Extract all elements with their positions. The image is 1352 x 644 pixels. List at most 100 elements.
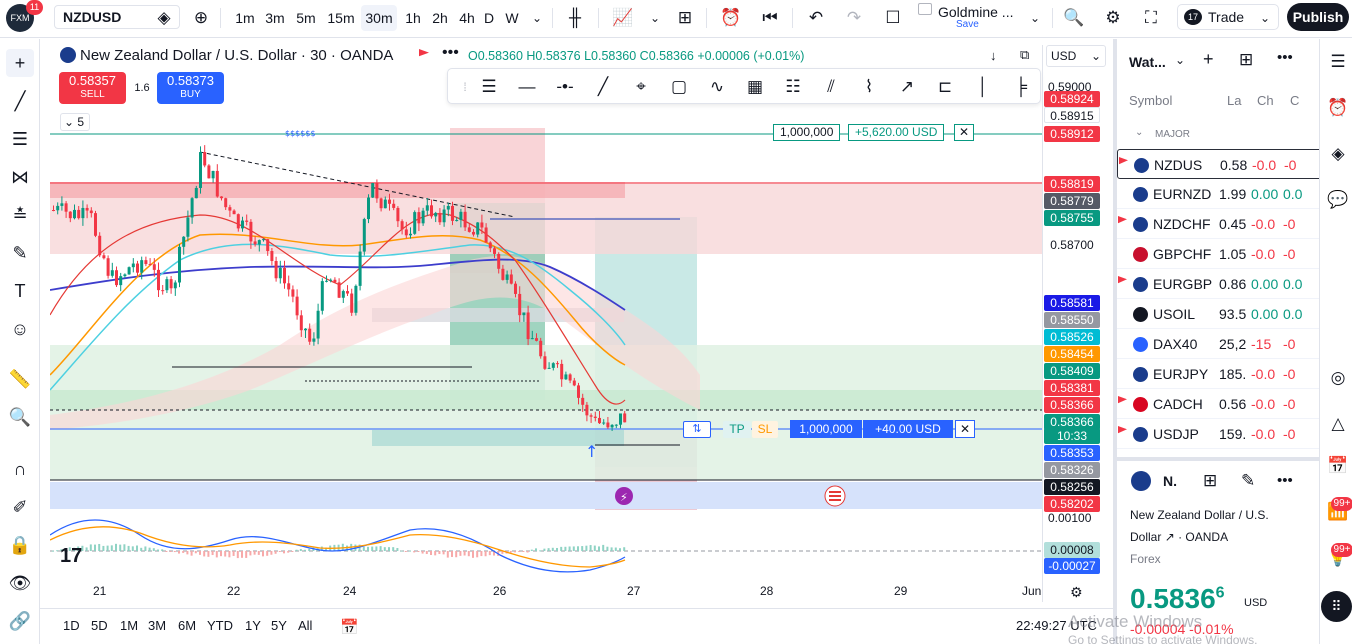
search-icon[interactable]: 🔍 — [1063, 7, 1085, 29]
watchlist-title[interactable]: Wat... — [1129, 54, 1166, 70]
indicators-icon[interactable]: 📈 — [612, 7, 634, 29]
polyline-icon[interactable]: ⌖ — [628, 74, 654, 100]
position-pnl-bottom[interactable]: +40.00 USD — [863, 420, 953, 438]
chevron-down-icon[interactable]: ⌄ — [526, 7, 548, 29]
col-symbol[interactable]: Symbol — [1129, 93, 1172, 108]
position-qty-top[interactable]: 1,000,000 — [773, 124, 841, 141]
tf-5m[interactable]: 5m — [293, 5, 319, 31]
tf-4h[interactable]: 4h — [455, 5, 479, 31]
sell-button[interactable]: 0.58357 SELL — [59, 72, 126, 104]
add-symbol-icon[interactable]: + — [1203, 49, 1214, 70]
close-position-top-icon[interactable]: ✕ — [954, 124, 975, 141]
flag-marker-icon[interactable] — [1118, 426, 1127, 434]
templates-icon[interactable]: ⊞ — [674, 7, 696, 29]
tf-w[interactable]: W — [503, 5, 521, 31]
col-change[interactable]: Ch — [1257, 93, 1274, 108]
magnet-icon[interactable]: ∩ — [6, 455, 34, 483]
close-position-bottom-icon[interactable]: ✕ — [955, 420, 975, 438]
more-options-icon[interactable]: ••• — [1277, 49, 1293, 66]
maximize-icon[interactable]: ⧉ — [1020, 47, 1029, 63]
tp-button[interactable]: TP — [723, 421, 751, 438]
candles-type-icon[interactable]: ╫ — [564, 7, 586, 29]
watchlist-row[interactable]: EURJPY 185. -0.0 -0 — [1117, 359, 1323, 389]
eye-icon[interactable]: 👁 — [6, 569, 34, 597]
horizontal-ray-icon[interactable]: — — [514, 74, 540, 100]
pattern-icon[interactable]: ⋈ — [6, 163, 34, 191]
undo-icon[interactable]: ↶ — [805, 7, 827, 29]
indicators-toggle[interactable]: ⌄ 5 — [60, 113, 90, 131]
buy-button[interactable]: 0.58373 BUY — [157, 72, 224, 104]
layout-icon[interactable]: ☐ — [882, 7, 904, 29]
compare-symbol-icon[interactable]: ⊕ — [190, 7, 212, 29]
horizontal-line-icon[interactable]: -•- — [552, 74, 578, 100]
redo-icon[interactable]: ↷ — [843, 7, 865, 29]
price-range-icon[interactable]: ☷ — [780, 74, 806, 100]
edit-note-icon[interactable]: ✎ — [1241, 471, 1255, 491]
reverse-position-icon[interactable]: ⇅ — [683, 421, 711, 438]
col-last[interactable]: La — [1227, 93, 1241, 108]
chart-title[interactable]: New Zealand Dollar / U.S. Dollar · 30 · … — [80, 47, 393, 64]
position-pnl-top[interactable]: +5,620.00 USD — [848, 124, 945, 141]
watchlist-icon[interactable]: ☰ — [1325, 49, 1351, 75]
range-5d[interactable]: 5D — [91, 618, 108, 633]
layers-icon[interactable]: ◈ — [1325, 141, 1351, 167]
brush-icon[interactable]: ✎ — [6, 239, 34, 267]
watchlist-row[interactable]: CADCH 0.56 -0.0 -0 — [1117, 389, 1323, 419]
zoom-in-icon[interactable]: 🔍 — [6, 403, 34, 431]
section-chevron-icon[interactable]: ⌄ — [1135, 127, 1143, 138]
layout-name[interactable]: Goldmine ... Save — [918, 3, 1028, 33]
symbol-options-icon[interactable]: ◈ — [153, 7, 175, 29]
range-all[interactable]: All — [298, 618, 312, 633]
path-icon[interactable]: ∿ — [704, 74, 730, 100]
rectangle-icon[interactable]: ▢ — [666, 74, 692, 100]
date-range-calendar-icon[interactable]: 📅 — [340, 618, 359, 636]
external-link-icon[interactable]: ↗ — [1165, 530, 1175, 544]
publish-button[interactable]: Publish — [1287, 3, 1349, 31]
horizontal-lines-icon[interactable]: ☰ — [476, 74, 502, 100]
flag-marker-icon[interactable] — [1119, 157, 1128, 165]
prediction-icon[interactable]: ≛ — [6, 201, 34, 229]
drag-handle-icon[interactable]: ⁞ — [452, 74, 478, 100]
chevron-down-icon[interactable]: ⌄ — [1175, 53, 1185, 67]
tf-15m[interactable]: 15m — [325, 5, 357, 31]
crosshair-icon[interactable]: + — [6, 49, 34, 77]
trendline-icon[interactable]: ╱ — [6, 87, 34, 115]
grid-icon[interactable]: ▦ — [742, 74, 768, 100]
range-3m[interactable]: 3M — [148, 618, 166, 633]
alert-icon[interactable]: ⏰ — [720, 7, 742, 29]
fib-extension-icon[interactable]: ╞ — [1008, 74, 1034, 100]
col-change-pct[interactable]: C — [1290, 93, 1299, 108]
emoji-icon[interactable]: ☺ — [6, 315, 34, 343]
fib-icon[interactable]: ☰ — [6, 125, 34, 153]
apps-grid-icon[interactable]: ⠿ — [1321, 591, 1352, 622]
trend-line-icon[interactable]: ╱ — [590, 74, 616, 100]
advanced-view-icon[interactable]: ⊞ — [1239, 50, 1253, 70]
watchlist-row[interactable]: NZDUS 0.58 -0.0 -0 — [1117, 149, 1323, 179]
position-qty-bottom[interactable]: 1,000,000 — [790, 420, 862, 438]
watchlist-row[interactable]: EURNZD 1.99 0.00 0.0 — [1117, 179, 1323, 209]
watchlist-row[interactable]: USOIL 93.5 0.00 0.0 — [1117, 299, 1323, 329]
tf-2h[interactable]: 2h — [428, 5, 452, 31]
watchlist-row[interactable]: DAX40 25,2 -15 -0 — [1117, 329, 1323, 359]
range-1d[interactable]: 1D — [63, 618, 80, 633]
more-options-icon[interactable]: ••• — [1277, 472, 1293, 489]
tf-d[interactable]: D — [481, 5, 497, 31]
watchlist-row[interactable]: EURGBP 0.86 0.00 0.0 — [1117, 269, 1323, 299]
vertical-line-icon[interactable]: │ — [970, 74, 996, 100]
range-6m[interactable]: 6M — [178, 618, 196, 633]
arrow-marker-icon[interactable]: ↗ — [894, 74, 920, 100]
fullscreen-icon[interactable]: ⛶ — [1140, 7, 1162, 29]
elliott-wave-icon[interactable]: ⌇ — [856, 74, 882, 100]
replay-icon[interactable]: ⏮ — [759, 7, 781, 29]
arrow-down-icon[interactable]: ↓ — [990, 48, 997, 63]
chevron-down-icon[interactable]: ⌄ — [644, 7, 666, 29]
chevron-down-icon[interactable]: ⌄ — [1254, 7, 1276, 29]
tf-1m[interactable]: 1m — [232, 5, 258, 31]
settings-gear-icon[interactable]: ⚙ — [1102, 7, 1124, 29]
watchlist-row[interactable]: USDJP 159. -0.0 -0 — [1117, 419, 1323, 449]
long-position-icon[interactable]: ⊏ — [932, 74, 958, 100]
range-5y[interactable]: 5Y — [271, 618, 287, 633]
tf-3m[interactable]: 3m — [262, 5, 288, 31]
watchlist-row[interactable]: GBPCHF 1.05 -0.0 -0 — [1117, 239, 1323, 269]
calendar-icon[interactable]: 📅 — [1325, 453, 1351, 479]
